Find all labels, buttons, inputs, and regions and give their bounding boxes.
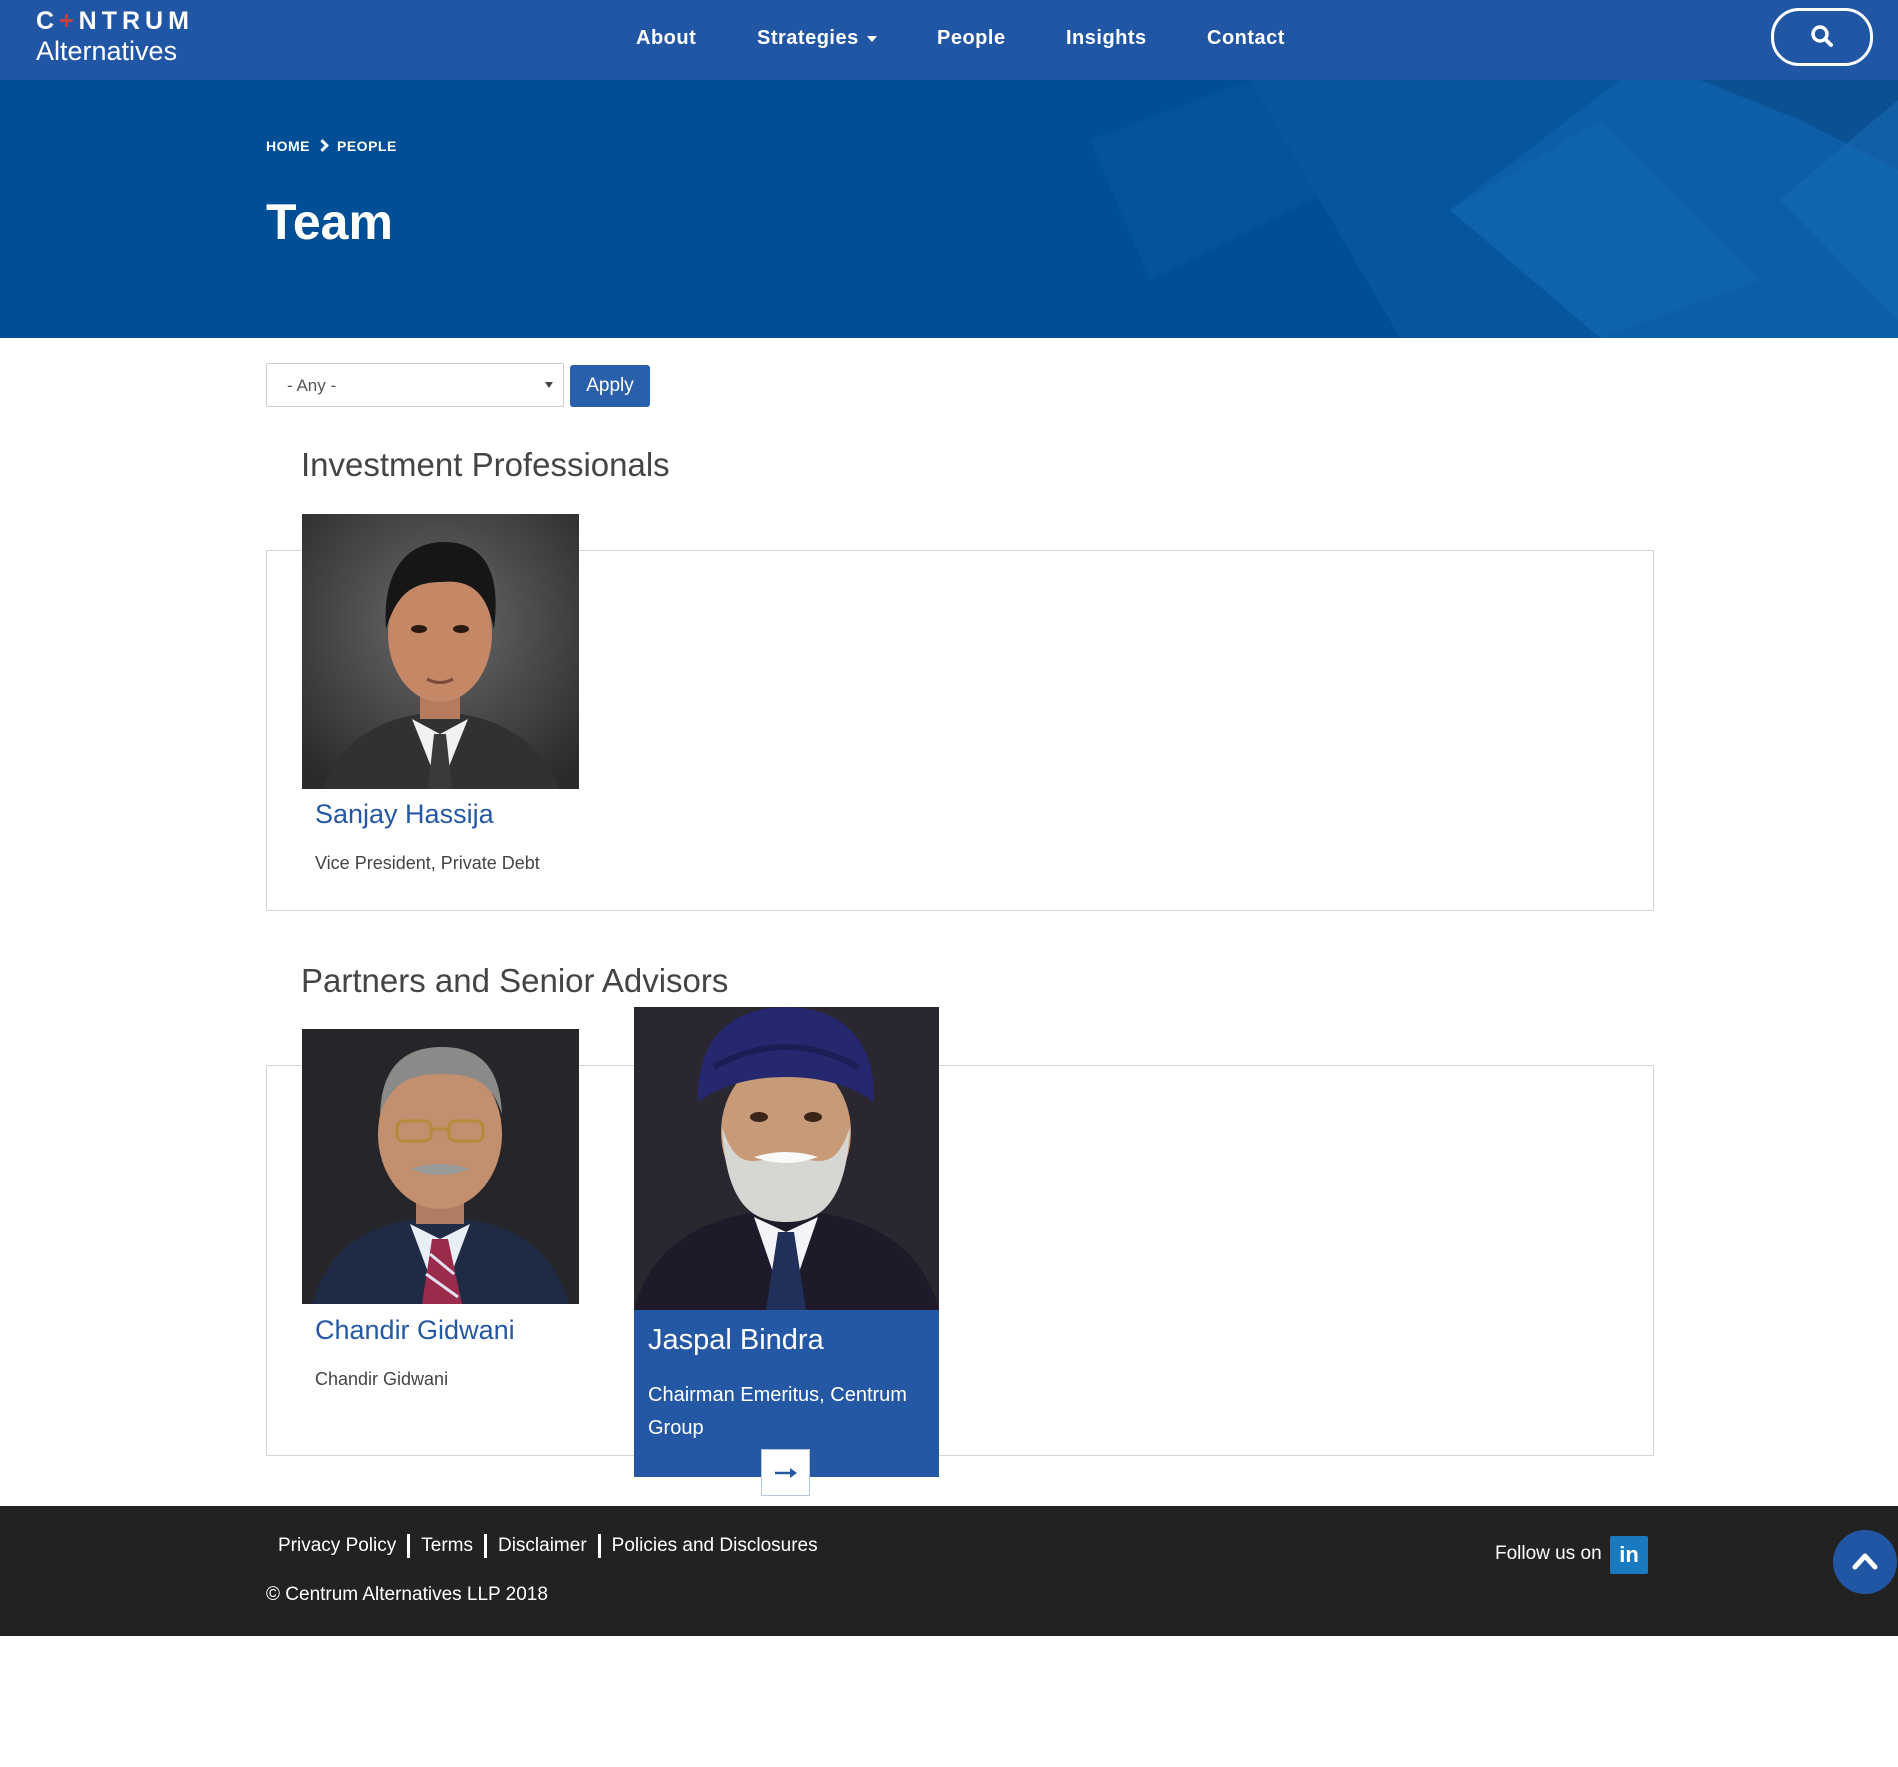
breadcrumb-home[interactable]: HOME xyxy=(266,138,310,154)
footer-link-policies-disclosures[interactable]: Policies and Disclosures xyxy=(612,1535,818,1556)
section-title-investment-professionals: Investment Professionals xyxy=(301,446,670,483)
caret-down-icon xyxy=(866,35,877,42)
person-role: Chandir Gidwani xyxy=(315,1369,449,1389)
back-to-top-button[interactable] xyxy=(1833,1530,1897,1594)
site-footer: Privacy Policy Terms Disclaimer Policies an… xyxy=(0,1506,1898,1636)
breadcrumb: HOME PEOPLE xyxy=(266,138,397,154)
top-navigation-bar: C+NTRUM Alternatives About Strategies Pe… xyxy=(0,0,1898,80)
linkedin-icon[interactable]: in xyxy=(1610,1536,1648,1574)
footer-links: Privacy Policy Terms Disclaimer Policies an… xyxy=(278,1534,818,1558)
copyright-text: © Centrum Alternatives LLP 2018 xyxy=(266,1584,548,1605)
nav-contact[interactable]: Contact xyxy=(1207,27,1285,50)
person-photo[interactable] xyxy=(634,1007,939,1310)
search-icon xyxy=(1811,25,1833,47)
breadcrumb-people[interactable]: PEOPLE xyxy=(337,138,397,154)
nav-people[interactable]: People xyxy=(937,27,1006,50)
link-separator xyxy=(597,1534,601,1558)
link-separator xyxy=(407,1534,411,1558)
hero-banner: HOME PEOPLE Team xyxy=(0,80,1898,338)
search-button[interactable] xyxy=(1771,8,1873,66)
chevron-right-icon xyxy=(316,139,329,152)
nav-about[interactable]: About xyxy=(636,27,696,50)
page-title: Team xyxy=(266,194,393,250)
apply-button[interactable]: Apply xyxy=(570,365,650,407)
nav-strategies-label: Strategies xyxy=(757,27,859,49)
person-name[interactable]: Jaspal Bindra xyxy=(648,1324,824,1357)
dropdown-arrow-icon xyxy=(545,382,553,388)
footer-link-disclaimer[interactable]: Disclaimer xyxy=(498,1535,587,1556)
filter-selected-value: - Any - xyxy=(287,376,337,395)
nav-insights[interactable]: Insights xyxy=(1066,27,1147,50)
person-role: Vice President, Private Debt xyxy=(315,853,540,873)
person-name[interactable]: Chandir Gidwani xyxy=(315,1315,515,1346)
person-name[interactable]: Sanjay Hassija xyxy=(315,799,494,830)
follow-us-label: Follow us on xyxy=(1495,1543,1602,1564)
nav-strategies[interactable]: Strategies xyxy=(757,27,877,50)
category-filter-select[interactable]: - Any - xyxy=(266,363,564,407)
person-photo[interactable] xyxy=(302,514,579,789)
footer-link-privacy-policy[interactable]: Privacy Policy xyxy=(278,1535,396,1556)
person-card-hover[interactable]: Jaspal Bindra Chairman Emeritus, Centrum… xyxy=(634,1007,939,1477)
section-title-partners-senior-advisors: Partners and Senior Advisors xyxy=(301,962,729,999)
arrow-right-icon xyxy=(775,1468,797,1478)
person-role: Chairman Emeritus, Centrum Group xyxy=(648,1384,907,1439)
main-nav: About Strategies People Insights Contact xyxy=(0,0,1898,80)
footer-link-terms[interactable]: Terms xyxy=(421,1535,473,1556)
view-profile-button[interactable] xyxy=(761,1449,810,1496)
link-separator xyxy=(483,1534,487,1558)
chevron-up-icon xyxy=(1852,1553,1878,1570)
person-photo[interactable] xyxy=(302,1029,579,1304)
